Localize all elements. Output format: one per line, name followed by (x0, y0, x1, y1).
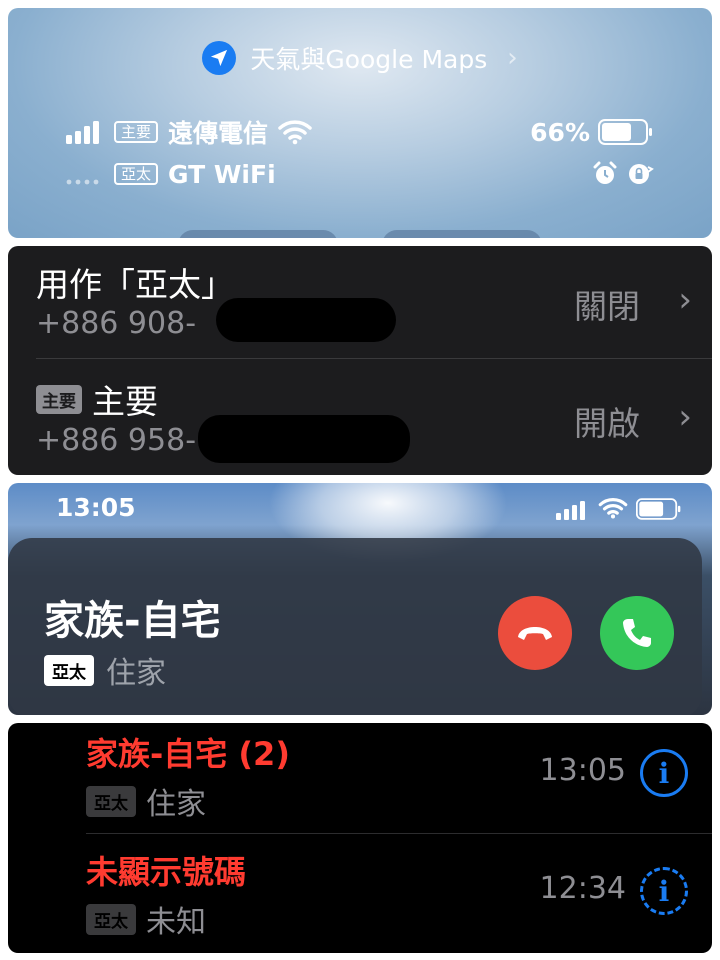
info-icon[interactable]: i (640, 749, 688, 797)
incoming-call-panel: 13:05 家族-自宅 亞太 住家 (8, 483, 712, 715)
line-setting-row[interactable]: 用作「亞太」 +886 908- 關閉 › (8, 246, 712, 359)
redaction-mark (198, 415, 410, 463)
carrier-name-secondary: GT WiFi (168, 159, 276, 189)
secondary-line-status: 亞太 GT WiFi (66, 154, 654, 194)
signal-dots-icon (66, 179, 99, 185)
list-item[interactable]: 家族-自宅 (2) 亞太 住家 13:05 i (8, 723, 712, 835)
sim-tag: 亞太 (44, 654, 94, 686)
line-setting-value: 關閉 (574, 287, 640, 326)
location-arrow-icon (202, 41, 237, 75)
decline-call-button[interactable] (498, 596, 572, 670)
location-services-row[interactable]: 天氣與Google Maps › (8, 38, 712, 78)
battery-percentage: 66% (530, 117, 590, 147)
recent-call-time: 12:34 (539, 871, 626, 906)
info-icon[interactable]: i (640, 867, 688, 915)
cellular-settings-panel: 用作「亞太」 +886 908- 關閉 › 主要 主要 +886 958- 開啟… (8, 246, 712, 475)
recents-panel: 家族-自宅 (2) 亞太 住家 13:05 i 未顯示號碼 亞太 未知 12:3… (8, 723, 712, 953)
caller-number-type: 住家 (106, 656, 166, 691)
control-tile-edge (382, 230, 542, 238)
recent-caller-name: 家族-自宅 (2) (86, 735, 290, 773)
chevron-right-icon: › (678, 397, 692, 437)
sim-tag-secondary: 亞太 (114, 163, 159, 185)
line-setting-value: 開啟 (574, 404, 640, 443)
sim-tag-primary: 主要 (114, 121, 159, 143)
list-item[interactable]: 未顯示號碼 亞太 未知 12:34 i (8, 841, 712, 953)
location-services-label: 天氣與Google Maps (250, 45, 488, 74)
row-divider (86, 833, 712, 834)
line-setting-title: 用作「亞太」 (36, 265, 234, 304)
recent-caller-label: 未知 (146, 905, 206, 940)
rotation-lock-icon (629, 164, 654, 184)
signal-bars-icon (556, 501, 585, 520)
primary-line-status: 主要 遠傳電信 66% (66, 112, 654, 152)
accept-call-button[interactable] (600, 596, 674, 670)
signal-bars-icon (66, 121, 99, 144)
sim-tag: 亞太 (86, 903, 136, 935)
carrier-name-primary: 遠傳電信 (168, 119, 269, 148)
phone-icon (623, 619, 651, 647)
line-setting-title: 主要 (92, 382, 158, 421)
line-phone-number: +886 908- (36, 306, 197, 341)
caller-name: 家族-自宅 (44, 598, 221, 644)
status-bar-time: 13:05 (56, 493, 136, 522)
wifi-icon (278, 120, 312, 145)
chevron-right-icon: › (507, 43, 518, 73)
incoming-call-card[interactable]: 家族-自宅 亞太 住家 (8, 538, 702, 715)
control-tile-edge (178, 230, 338, 238)
recent-caller-label: 住家 (146, 787, 206, 822)
line-phone-number: +886 958- (36, 423, 197, 458)
line-setting-row[interactable]: 主要 主要 +886 958- 開啟 › (8, 363, 712, 475)
battery-icon (636, 498, 681, 520)
alarm-clock-icon (593, 161, 617, 184)
hang-up-icon (518, 627, 552, 640)
row-divider (36, 358, 712, 359)
control-center-status-panel: 天氣與Google Maps › 主要 遠傳電信 66% 亞太 GT WiFi (8, 8, 712, 238)
redaction-mark (216, 298, 396, 342)
recent-call-time: 13:05 (539, 753, 626, 788)
battery-icon (598, 119, 652, 145)
chevron-right-icon: › (678, 280, 692, 320)
wifi-icon (598, 498, 628, 519)
sim-tag-primary: 主要 (36, 384, 82, 414)
sim-tag: 亞太 (86, 785, 136, 817)
recent-caller-name: 未顯示號碼 (86, 853, 247, 891)
